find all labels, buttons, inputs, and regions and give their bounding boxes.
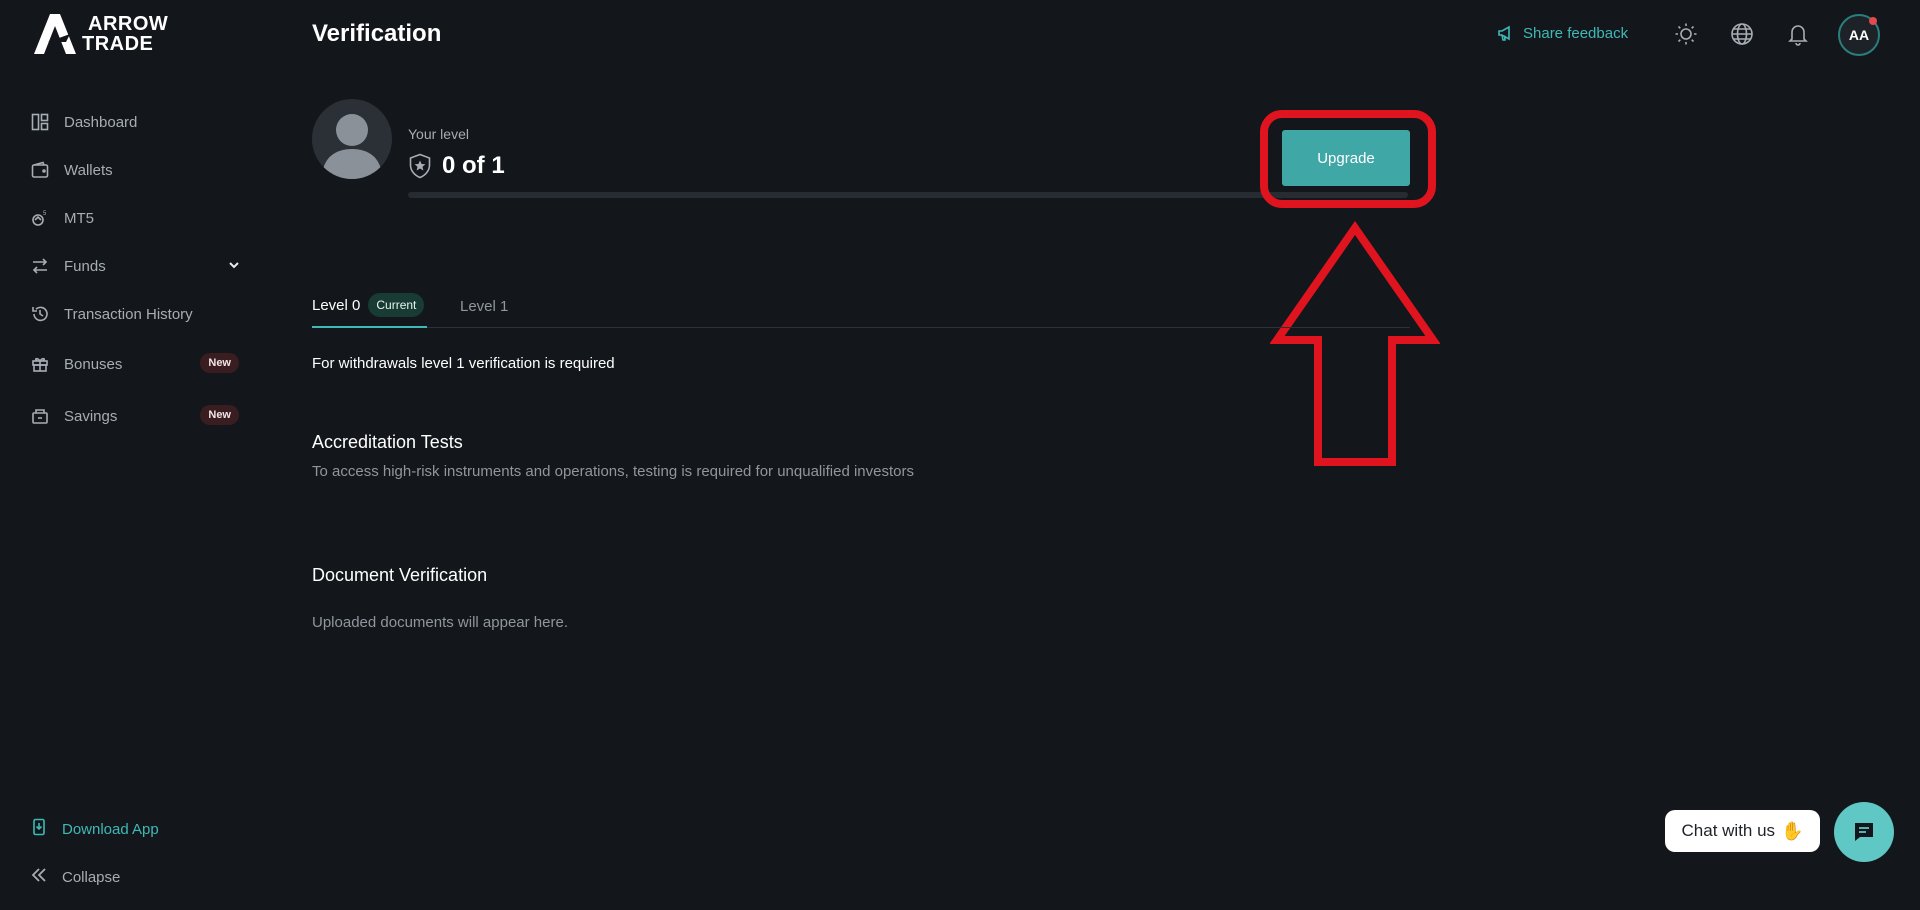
annotation-up-arrow — [1270, 221, 1440, 466]
history-icon — [30, 304, 50, 324]
document-verification-description: Uploaded documents will appear here. — [312, 614, 568, 631]
current-pill: Current — [368, 293, 425, 317]
sidebar-item-label: MT5 — [64, 209, 94, 227]
upgrade-button[interactable]: Upgrade — [1282, 130, 1410, 186]
sidebar-item-dashboard[interactable]: Dashboard — [30, 104, 245, 140]
chat-label: Chat with us — [1681, 821, 1776, 840]
accreditation-description: To access high-risk instruments and oper… — [312, 463, 914, 480]
dashboard-icon — [30, 112, 50, 132]
brand-line-2: TRADE — [82, 33, 154, 55]
brand-line-1: ARROW — [88, 13, 169, 35]
sidebar-item-label: Savings — [64, 407, 118, 425]
sidebar: ARROW TRADE Dashboard Wallets 5 MT5 Fund… — [0, 0, 270, 910]
sidebar-item-bonuses[interactable]: Bonuses New — [30, 346, 245, 382]
brand-logo[interactable]: ARROW TRADE — [30, 12, 168, 56]
sidebar-item-label: Wallets — [64, 161, 113, 179]
brand-wordmark: ARROW TRADE — [76, 14, 168, 54]
collapse-button[interactable]: Collapse — [30, 862, 120, 892]
tab-label: Level 1 — [460, 297, 509, 315]
share-feedback-link[interactable]: Share feedback — [1497, 24, 1628, 42]
level-count: 0 of 1 — [442, 152, 505, 179]
wallet-icon — [30, 160, 50, 180]
new-badge: New — [200, 405, 239, 425]
svg-text:5: 5 — [43, 211, 47, 217]
sidebar-item-transaction-history[interactable]: Transaction History — [30, 296, 245, 332]
sidebar-item-label: Funds — [64, 257, 106, 275]
share-feedback-label: Share feedback — [1523, 24, 1629, 42]
chat-button[interactable] — [1834, 802, 1894, 862]
chat-with-us-label[interactable]: Chat with us ✋ — [1665, 810, 1820, 852]
savings-icon — [30, 406, 50, 426]
mt5-icon: 5 — [30, 208, 50, 228]
collapse-label: Collapse — [62, 868, 121, 886]
tab-level-0[interactable]: Level 0 Current — [312, 284, 427, 328]
tab-label: Level 0 — [312, 296, 361, 314]
chevron-down-icon[interactable] — [227, 258, 241, 277]
your-level-label: Your level — [408, 126, 469, 142]
megaphone-icon — [1498, 25, 1510, 41]
download-app-link[interactable]: Download App — [30, 814, 159, 844]
sidebar-item-label: Dashboard — [64, 113, 138, 131]
new-badge: New — [200, 353, 239, 373]
sidebar-item-savings[interactable]: Savings New — [30, 398, 245, 434]
sidebar-item-label: Bonuses — [64, 355, 123, 373]
gift-icon — [30, 354, 50, 374]
chat-bubble-icon — [1855, 823, 1873, 841]
level-tabs: Level 0 Current Level 1 — [312, 284, 1410, 328]
document-verification-title: Document Verification — [312, 565, 488, 585]
accreditation-title: Accreditation Tests — [312, 432, 463, 452]
sidebar-item-mt5[interactable]: 5 MT5 — [30, 200, 245, 236]
funds-icon — [30, 256, 50, 276]
withdrawal-notice: For withdrawals level 1 verification is … — [312, 355, 615, 372]
download-app-icon — [30, 818, 48, 841]
tab-level-1[interactable]: Level 1 — [460, 284, 508, 328]
avatar-initials: AA — [1848, 27, 1870, 43]
arrow-logo-icon — [34, 14, 76, 54]
notification-dot — [1869, 17, 1877, 25]
bell-icon[interactable] — [1784, 20, 1812, 48]
user-profile-icon — [312, 99, 392, 179]
level-value: 0 of 1 — [408, 152, 505, 180]
sidebar-item-label: Transaction History — [64, 305, 193, 323]
theme-toggle-sun-icon[interactable] — [1672, 20, 1700, 48]
sidebar-item-wallets[interactable]: Wallets — [30, 152, 245, 188]
waving-hand-icon: ✋ — [1781, 820, 1804, 841]
double-chevron-left-icon — [30, 866, 48, 889]
page-title: Verification — [312, 20, 442, 47]
download-app-label: Download App — [62, 820, 159, 838]
sidebar-item-funds[interactable]: Funds — [30, 248, 245, 284]
level-progress-bar — [408, 192, 1408, 198]
shield-star-icon — [409, 153, 431, 179]
user-avatar-button[interactable]: AA — [1838, 14, 1880, 56]
globe-icon[interactable] — [1728, 20, 1756, 48]
